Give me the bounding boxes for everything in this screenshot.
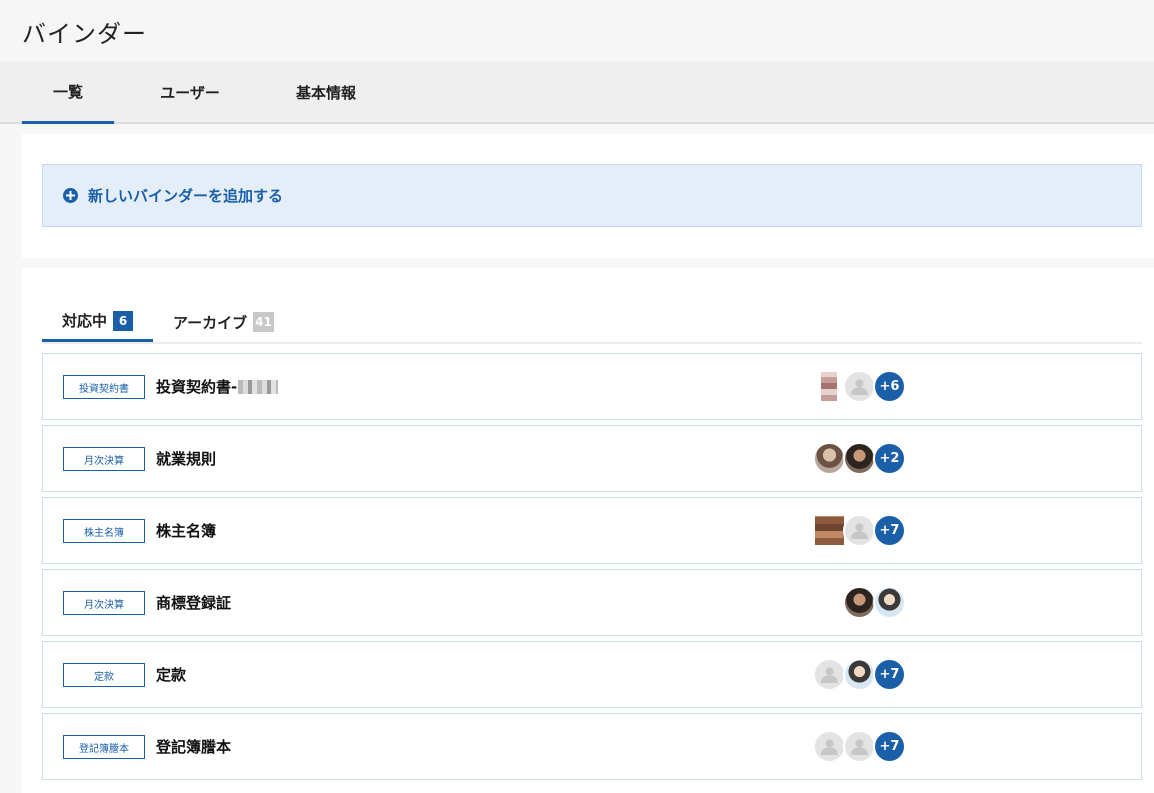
tab-users[interactable]: ユーザー — [144, 62, 236, 122]
more-members-badge: +6 — [873, 370, 906, 403]
binder-row[interactable]: 定款 定款 +7 — [42, 641, 1142, 708]
count-badge: 6 — [113, 310, 134, 331]
plus-circle-icon — [63, 188, 78, 203]
avatar — [843, 586, 876, 619]
binder-row[interactable]: 投資契約書 投資契約書- +6 — [42, 353, 1142, 420]
default-user-icon — [843, 514, 876, 547]
avatar — [873, 586, 906, 619]
default-user-icon — [813, 730, 846, 763]
avatar — [843, 442, 876, 475]
tab-archive[interactable]: アーカイブ 41 — [153, 302, 294, 342]
default-user-icon — [843, 370, 876, 403]
binder-row[interactable]: 登記簿謄本 登記簿謄本 +7 — [42, 713, 1142, 780]
binder-row[interactable]: 株主名簿 株主名簿 +7 — [42, 497, 1142, 564]
binder-name: 就業規則 — [156, 450, 217, 468]
avatar — [813, 442, 846, 475]
binder-name: 商標登録証 — [156, 594, 232, 612]
category-tag: 登記簿謄本 — [63, 735, 145, 759]
title-bar: バインダー — [0, 0, 1154, 62]
binder-name-text: 投資契約書- — [156, 378, 238, 396]
binder-name: 定款 — [156, 666, 187, 684]
binder-name: 登記簿謄本 — [156, 738, 232, 756]
add-panel: 新しいバインダーを追加する — [22, 134, 1154, 258]
binder-row[interactable]: 月次決算 就業規則 +2 — [42, 425, 1142, 492]
category-tag: 株主名簿 — [63, 519, 145, 543]
main-tabs: 一覧 ユーザー 基本情報 — [0, 62, 1154, 124]
category-tag: 定款 — [63, 663, 145, 687]
avatar — [813, 514, 846, 547]
avatar — [819, 370, 839, 403]
more-members-badge: +7 — [873, 514, 906, 547]
status-tabs: 対応中 6 アーカイブ 41 — [42, 302, 1142, 344]
default-user-icon — [843, 730, 876, 763]
binder-name: 投資契約書- — [156, 354, 279, 419]
category-tag: 月次決算 — [63, 447, 145, 471]
binder-name: 株主名簿 — [156, 522, 217, 540]
tab-active-label: 対応中 — [62, 312, 108, 330]
binder-list-panel: 対応中 6 アーカイブ 41 投資契約書 投資契約書- +6 月次決算 就業規則… — [22, 268, 1154, 793]
count-badge: 41 — [253, 312, 274, 332]
tab-active[interactable]: 対応中 6 — [42, 302, 154, 342]
more-members-badge: +7 — [873, 658, 906, 691]
avatar — [843, 658, 876, 691]
binder-list: 投資契約書 投資契約書- +6 月次決算 就業規則 +2 株主名簿 株主名簿 +… — [42, 353, 1142, 785]
tab-list[interactable]: 一覧 — [22, 62, 114, 124]
more-members-badge: +7 — [873, 730, 906, 763]
category-tag: 投資契約書 — [63, 375, 145, 399]
add-binder-label: 新しいバインダーを追加する — [88, 187, 284, 205]
tab-archive-label: アーカイブ — [173, 313, 248, 332]
page-title: バインダー — [22, 19, 147, 48]
more-members-badge: +2 — [873, 442, 906, 475]
tab-basic-info[interactable]: 基本情報 — [266, 62, 386, 122]
add-binder-button[interactable]: 新しいバインダーを追加する — [42, 164, 1142, 227]
default-user-icon — [813, 658, 846, 691]
redacted-text — [238, 379, 279, 394]
binder-row[interactable]: 月次決算 商標登録証 — [42, 569, 1142, 636]
category-tag: 月次決算 — [63, 591, 145, 615]
